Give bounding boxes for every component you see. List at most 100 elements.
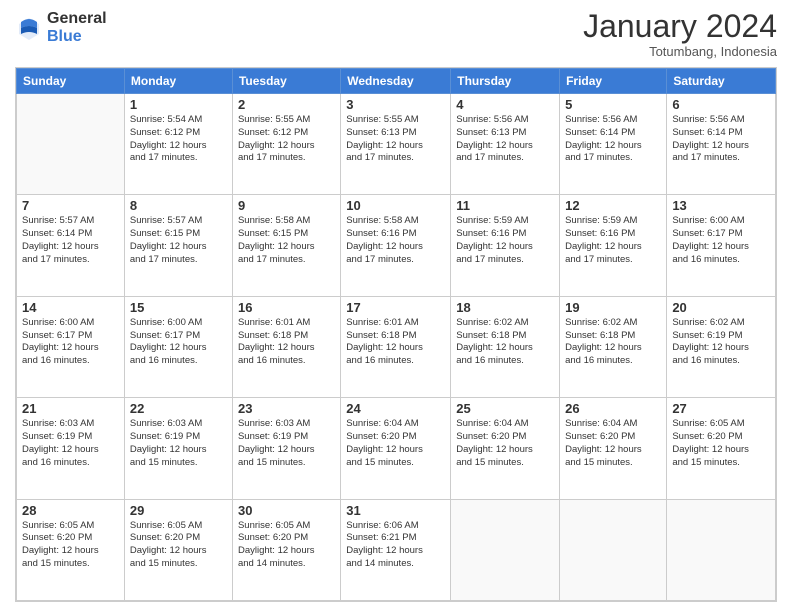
day-number: 23 — [238, 401, 335, 416]
calendar-cell — [451, 499, 560, 600]
logo: General Blue — [15, 10, 107, 45]
calendar-cell: 7 Sunrise: 5:57 AMSunset: 6:14 PMDaylight… — [17, 195, 125, 296]
header-friday: Friday — [560, 69, 667, 94]
cell-info: Sunrise: 5:56 AMSunset: 6:14 PMDaylight:… — [565, 114, 661, 165]
cell-info: Sunrise: 5:55 AMSunset: 6:13 PMDaylight:… — [346, 114, 445, 165]
calendar-cell: 28 Sunrise: 6:05 AMSunset: 6:20 PMDayligh… — [17, 499, 125, 600]
day-number: 5 — [565, 97, 661, 112]
header-thursday: Thursday — [451, 69, 560, 94]
day-number: 11 — [456, 198, 554, 213]
day-number: 13 — [672, 198, 770, 213]
month-title: January 2024 — [583, 10, 777, 42]
cell-info: Sunrise: 6:02 AMSunset: 6:18 PMDaylight:… — [565, 317, 661, 368]
calendar-cell: 30Sunrise: 6:05 AMSunset: 6:20 PMDayligh… — [232, 499, 340, 600]
day-number: 3 — [346, 97, 445, 112]
calendar-cell: 14 Sunrise: 6:00 AMSunset: 6:17 PMDayligh… — [17, 296, 125, 397]
calendar-cell: 10Sunrise: 5:58 AMSunset: 6:16 PMDayligh… — [341, 195, 451, 296]
day-number: 7 — [22, 198, 119, 213]
day-number: 14 — [22, 300, 119, 315]
day-number: 21 — [22, 401, 119, 416]
cell-info: Sunrise: 5:57 AMSunset: 6:14 PMDaylight:… — [22, 215, 119, 266]
day-number: 18 — [456, 300, 554, 315]
calendar-cell — [667, 499, 776, 600]
cell-info: Sunrise: 6:05 AMSunset: 6:20 PMDaylight:… — [130, 520, 227, 571]
cell-info: Sunrise: 6:05 AMSunset: 6:20 PMDaylight:… — [238, 520, 335, 571]
calendar-cell: 29 Sunrise: 6:05 AMSunset: 6:20 PMDayligh… — [124, 499, 232, 600]
calendar-cell: 9 Sunrise: 5:58 AMSunset: 6:15 PMDaylight… — [232, 195, 340, 296]
calendar-cell: 13 Sunrise: 6:00 AMSunset: 6:17 PMDayligh… — [667, 195, 776, 296]
day-number: 1 — [130, 97, 227, 112]
cell-info: Sunrise: 6:01 AMSunset: 6:18 PMDaylight:… — [346, 317, 445, 368]
day-number: 29 — [130, 503, 227, 518]
week-row-4: 21 Sunrise: 6:03 AMSunset: 6:19 PMDayligh… — [17, 398, 776, 499]
day-number: 2 — [238, 97, 335, 112]
cell-info: Sunrise: 5:56 AMSunset: 6:14 PMDaylight:… — [672, 114, 770, 165]
calendar-cell: 5 Sunrise: 5:56 AMSunset: 6:14 PMDaylight… — [560, 94, 667, 195]
calendar-cell — [560, 499, 667, 600]
logo-icon — [15, 14, 43, 42]
page: General Blue January 2024 Totumbang, Ind… — [0, 0, 792, 612]
calendar-body: 1 Sunrise: 5:54 AMSunset: 6:12 PMDaylight… — [17, 94, 776, 601]
cell-info: Sunrise: 6:04 AMSunset: 6:20 PMDaylight:… — [565, 418, 661, 469]
calendar-cell: 25Sunrise: 6:04 AMSunset: 6:20 PMDayligh… — [451, 398, 560, 499]
week-row-1: 1 Sunrise: 5:54 AMSunset: 6:12 PMDaylight… — [17, 94, 776, 195]
day-number: 28 — [22, 503, 119, 518]
cell-info: Sunrise: 6:02 AMSunset: 6:19 PMDaylight:… — [672, 317, 770, 368]
calendar-cell: 24 Sunrise: 6:04 AMSunset: 6:20 PMDayligh… — [341, 398, 451, 499]
cell-info: Sunrise: 6:00 AMSunset: 6:17 PMDaylight:… — [130, 317, 227, 368]
day-number: 10 — [346, 198, 445, 213]
cell-info: Sunrise: 6:06 AMSunset: 6:21 PMDaylight:… — [346, 520, 445, 571]
calendar-cell: 2 Sunrise: 5:55 AMSunset: 6:12 PMDaylight… — [232, 94, 340, 195]
cell-info: Sunrise: 5:59 AMSunset: 6:16 PMDaylight:… — [456, 215, 554, 266]
day-number: 22 — [130, 401, 227, 416]
cell-info: Sunrise: 6:04 AMSunset: 6:20 PMDaylight:… — [346, 418, 445, 469]
day-number: 24 — [346, 401, 445, 416]
calendar-cell: 27Sunrise: 6:05 AMSunset: 6:20 PMDayligh… — [667, 398, 776, 499]
header-sunday: Sunday — [17, 69, 125, 94]
day-number: 6 — [672, 97, 770, 112]
cell-info: Sunrise: 5:58 AMSunset: 6:15 PMDaylight:… — [238, 215, 335, 266]
calendar-cell: 15 Sunrise: 6:00 AMSunset: 6:17 PMDayligh… — [124, 296, 232, 397]
cell-info: Sunrise: 6:05 AMSunset: 6:20 PMDaylight:… — [22, 520, 119, 571]
day-number: 17 — [346, 300, 445, 315]
cell-info: Sunrise: 6:00 AMSunset: 6:17 PMDaylight:… — [672, 215, 770, 266]
day-number: 15 — [130, 300, 227, 315]
day-number: 20 — [672, 300, 770, 315]
header: General Blue January 2024 Totumbang, Ind… — [15, 10, 777, 59]
calendar-cell: 16Sunrise: 6:01 AMSunset: 6:18 PMDayligh… — [232, 296, 340, 397]
calendar-cell: 31Sunrise: 6:06 AMSunset: 6:21 PMDayligh… — [341, 499, 451, 600]
week-row-2: 7 Sunrise: 5:57 AMSunset: 6:14 PMDaylight… — [17, 195, 776, 296]
calendar-cell: 3 Sunrise: 5:55 AMSunset: 6:13 PMDaylight… — [341, 94, 451, 195]
day-number: 26 — [565, 401, 661, 416]
cell-info: Sunrise: 5:57 AMSunset: 6:15 PMDaylight:… — [130, 215, 227, 266]
cell-info: Sunrise: 5:54 AMSunset: 6:12 PMDaylight:… — [130, 114, 227, 165]
logo-general-text: General — [47, 10, 107, 28]
day-number: 16 — [238, 300, 335, 315]
calendar-cell: 22Sunrise: 6:03 AMSunset: 6:19 PMDayligh… — [124, 398, 232, 499]
cell-info: Sunrise: 5:55 AMSunset: 6:12 PMDaylight:… — [238, 114, 335, 165]
cell-info: Sunrise: 6:03 AMSunset: 6:19 PMDaylight:… — [22, 418, 119, 469]
day-number: 9 — [238, 198, 335, 213]
calendar-cell: 12 Sunrise: 5:59 AMSunset: 6:16 PMDayligh… — [560, 195, 667, 296]
calendar-header: Sunday Monday Tuesday Wednesday Thursday… — [17, 69, 776, 94]
calendar-cell: 11 Sunrise: 5:59 AMSunset: 6:16 PMDayligh… — [451, 195, 560, 296]
calendar-cell: 17 Sunrise: 6:01 AMSunset: 6:18 PMDayligh… — [341, 296, 451, 397]
week-row-3: 14 Sunrise: 6:00 AMSunset: 6:17 PMDayligh… — [17, 296, 776, 397]
day-number: 27 — [672, 401, 770, 416]
day-number: 8 — [130, 198, 227, 213]
day-number: 12 — [565, 198, 661, 213]
location-subtitle: Totumbang, Indonesia — [583, 44, 777, 59]
calendar-cell — [17, 94, 125, 195]
cell-info: Sunrise: 5:56 AMSunset: 6:13 PMDaylight:… — [456, 114, 554, 165]
cell-info: Sunrise: 6:00 AMSunset: 6:17 PMDaylight:… — [22, 317, 119, 368]
calendar-cell: 6 Sunrise: 5:56 AMSunset: 6:14 PMDaylight… — [667, 94, 776, 195]
day-number: 25 — [456, 401, 554, 416]
calendar-cell: 23 Sunrise: 6:03 AMSunset: 6:19 PMDayligh… — [232, 398, 340, 499]
calendar-cell: 19 Sunrise: 6:02 AMSunset: 6:18 PMDayligh… — [560, 296, 667, 397]
calendar-cell: 20 Sunrise: 6:02 AMSunset: 6:19 PMDayligh… — [667, 296, 776, 397]
day-number: 19 — [565, 300, 661, 315]
title-section: January 2024 Totumbang, Indonesia — [583, 10, 777, 59]
cell-info: Sunrise: 5:59 AMSunset: 6:16 PMDaylight:… — [565, 215, 661, 266]
header-monday: Monday — [124, 69, 232, 94]
cell-info: Sunrise: 6:03 AMSunset: 6:19 PMDaylight:… — [238, 418, 335, 469]
